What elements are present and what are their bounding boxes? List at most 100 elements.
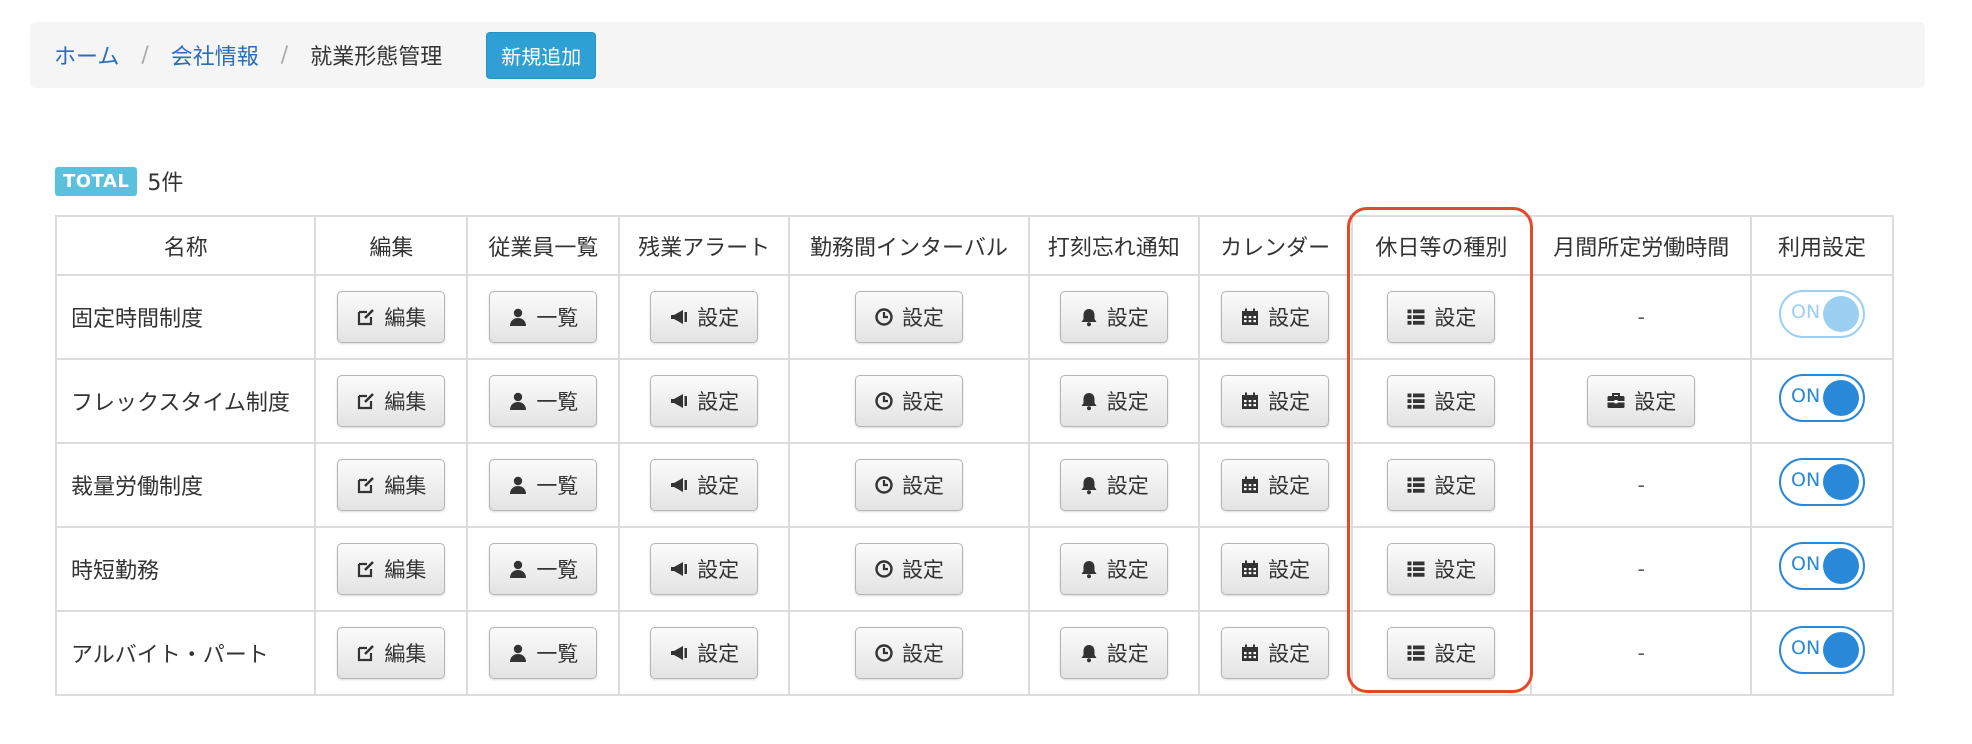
work-interval-setting-button[interactable]: 設定	[854, 375, 963, 427]
table-cell: 設定	[618, 526, 791, 612]
holiday-type-setting-button[interactable]: 設定	[1387, 375, 1496, 427]
edit-button[interactable]: 編集	[337, 375, 446, 427]
calendar-setting-button[interactable]: 設定	[1221, 627, 1330, 679]
add-new-button[interactable]: 新規追加	[486, 31, 597, 79]
megaphone-icon	[669, 559, 689, 579]
breadcrumb-home-link[interactable]: ホーム	[54, 39, 119, 71]
overtime-alert-setting-button[interactable]: 設定	[650, 459, 759, 511]
list-icon	[1406, 391, 1426, 411]
button-label: 編集	[384, 390, 427, 414]
holiday-type-setting-button[interactable]: 設定	[1387, 543, 1496, 595]
header-overtime-alert: 残業アラート	[618, 215, 791, 276]
table-cell: 設定	[1350, 526, 1533, 612]
table-cell: 設定	[1350, 610, 1533, 696]
header-holiday-type: 休日等の種別	[1350, 215, 1533, 276]
header-name: 名称	[54, 215, 317, 276]
usage-toggle[interactable]: ON	[1779, 374, 1866, 422]
table-row: アルバイト・パート 編集 一覧 設定 設定 設定 設定 設定 - ON	[54, 610, 1894, 696]
clock-reminder-setting-button[interactable]: 設定	[1059, 291, 1168, 343]
table-cell: -	[1530, 610, 1753, 696]
megaphone-icon	[669, 475, 689, 495]
button-label: 設定	[697, 306, 740, 330]
toggle-label: ON	[1791, 301, 1821, 323]
button-label: 設定	[1106, 558, 1149, 582]
usage-toggle[interactable]: ON	[1779, 542, 1866, 590]
clock-icon	[874, 307, 894, 327]
bell-icon	[1079, 391, 1099, 411]
usage-toggle[interactable]: ON	[1779, 290, 1866, 338]
toggle-knob	[1823, 548, 1860, 584]
table-row: 裁量労働制度 編集 一覧 設定 設定 設定 設定 設定 - ON	[54, 442, 1894, 528]
table-cell: 設定	[1027, 274, 1200, 360]
overtime-alert-setting-button[interactable]: 設定	[650, 543, 759, 595]
overtime-alert-setting-button[interactable]: 設定	[650, 291, 759, 343]
employee-list-button[interactable]: 一覧	[489, 627, 598, 679]
button-label: 設定	[1434, 474, 1477, 498]
header-usage-setting: 利用設定	[1750, 215, 1894, 276]
edit-button[interactable]: 編集	[337, 627, 446, 679]
overtime-alert-setting-button[interactable]: 設定	[650, 627, 759, 679]
work-interval-setting-button[interactable]: 設定	[854, 627, 963, 679]
empty-value: -	[1637, 304, 1645, 329]
clock-icon	[874, 643, 894, 663]
table-cell: 設定	[1027, 526, 1200, 612]
toggle-label: ON	[1791, 385, 1821, 407]
clock-reminder-setting-button[interactable]: 設定	[1059, 375, 1168, 427]
table-cell: 設定	[1350, 358, 1533, 444]
monthly-hours-setting-button[interactable]: 設定	[1587, 375, 1696, 427]
usage-toggle[interactable]: ON	[1779, 626, 1866, 674]
work-interval-setting-button[interactable]: 設定	[854, 291, 963, 343]
header-edit: 編集	[314, 215, 469, 276]
bell-icon	[1079, 559, 1099, 579]
button-label: 設定	[1634, 390, 1677, 414]
table-cell: 設定	[1197, 526, 1353, 612]
row-name: 裁量労働制度	[54, 442, 317, 528]
employee-list-button[interactable]: 一覧	[489, 375, 598, 427]
work-interval-setting-button[interactable]: 設定	[854, 543, 963, 595]
employee-list-button[interactable]: 一覧	[489, 459, 598, 511]
table-cell: 一覧	[466, 526, 621, 612]
button-label: 編集	[384, 474, 427, 498]
calendar-setting-button[interactable]: 設定	[1221, 291, 1330, 343]
overtime-alert-setting-button[interactable]: 設定	[650, 375, 759, 427]
row-name: アルバイト・パート	[54, 610, 317, 696]
breadcrumb: ホーム / 会社情報 / 就業形態管理 新規追加	[30, 22, 1925, 88]
table-cell: 設定	[788, 526, 1030, 612]
employee-list-button[interactable]: 一覧	[489, 291, 598, 343]
total-summary: TOTAL 5件	[55, 165, 183, 197]
table-cell: -	[1530, 526, 1753, 612]
button-label: 設定	[901, 474, 944, 498]
button-label: 設定	[697, 474, 740, 498]
megaphone-icon	[669, 391, 689, 411]
bell-icon	[1079, 643, 1099, 663]
button-label: 設定	[697, 390, 740, 414]
breadcrumb-company-link[interactable]: 会社情報	[171, 39, 259, 71]
table-row: 固定時間制度 編集 一覧 設定 設定 設定 設定 設定 - ON	[54, 274, 1894, 360]
button-label: 編集	[384, 306, 427, 330]
clock-reminder-setting-button[interactable]: 設定	[1059, 459, 1168, 511]
button-label: 設定	[1434, 390, 1477, 414]
header-employee-list: 従業員一覧	[466, 215, 621, 276]
toggle-label: ON	[1791, 553, 1821, 575]
button-label: 一覧	[536, 306, 579, 330]
work-interval-setting-button[interactable]: 設定	[854, 459, 963, 511]
edit-button[interactable]: 編集	[337, 291, 446, 343]
calendar-setting-button[interactable]: 設定	[1221, 459, 1330, 511]
edit-button[interactable]: 編集	[337, 459, 446, 511]
button-label: 一覧	[536, 558, 579, 582]
usage-toggle[interactable]: ON	[1779, 458, 1866, 506]
list-icon	[1406, 475, 1426, 495]
clock-reminder-setting-button[interactable]: 設定	[1059, 543, 1168, 595]
table-cell: 設定	[1530, 358, 1753, 444]
edit-button[interactable]: 編集	[337, 543, 446, 595]
holiday-type-setting-button[interactable]: 設定	[1387, 627, 1496, 679]
table-cell: -	[1530, 274, 1753, 360]
employee-list-button[interactable]: 一覧	[489, 543, 598, 595]
calendar-setting-button[interactable]: 設定	[1221, 375, 1330, 427]
holiday-type-setting-button[interactable]: 設定	[1387, 459, 1496, 511]
calendar-setting-button[interactable]: 設定	[1221, 543, 1330, 595]
clock-reminder-setting-button[interactable]: 設定	[1059, 627, 1168, 679]
holiday-type-setting-button[interactable]: 設定	[1387, 291, 1496, 343]
toggle-label: ON	[1791, 637, 1821, 659]
edit-icon	[356, 559, 376, 579]
